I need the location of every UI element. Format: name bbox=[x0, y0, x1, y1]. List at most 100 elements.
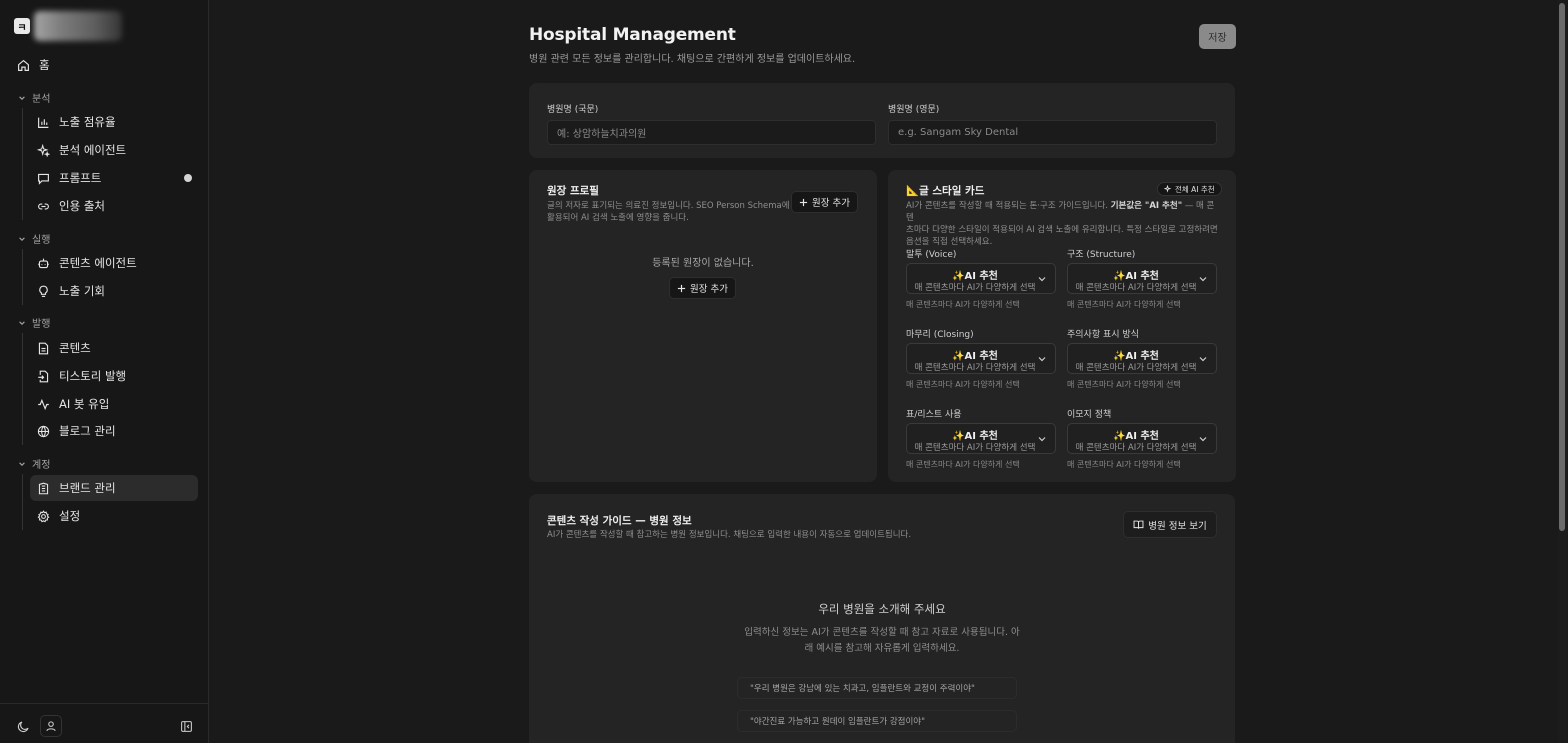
example-prompt-2[interactable]: "야간진료 가능하고 원데이 임플란트가 강점이야" bbox=[737, 710, 1017, 732]
sidebar-item-blog-manage[interactable]: 블로그 관리 bbox=[30, 418, 198, 444]
closing-label: 마무리 (Closing) bbox=[906, 330, 974, 340]
sidebar-item-ai-bot-inflow[interactable]: AI 봇 유입 bbox=[30, 391, 198, 417]
sidebar-group-publish[interactable]: 발행 bbox=[18, 315, 50, 330]
add-director-button[interactable]: 원장 추가 bbox=[791, 191, 858, 213]
table-list-help: 매 콘텐츠마다 AI가 다양하게 선택 bbox=[906, 460, 1020, 469]
sidebar-item-tistory-publish[interactable]: 티스토리 발행 bbox=[30, 363, 198, 389]
closing-select[interactable]: ✨AI 추천 매 콘텐츠마다 AI가 다양하게 선택 bbox=[906, 343, 1056, 374]
sidebar-group-execute[interactable]: 실행 bbox=[18, 231, 50, 246]
chevron-down-icon bbox=[1037, 434, 1047, 444]
intro-desc: 입력하신 정보는 AI가 콘텐츠를 작성할 때 참고 자료로 사용됩니다. 아 … bbox=[729, 625, 1035, 657]
file-text-icon bbox=[36, 341, 50, 355]
sidebar-item-home[interactable]: 홈 bbox=[10, 52, 178, 78]
lightbulb-icon bbox=[36, 284, 50, 298]
structure-select[interactable]: ✨AI 추천 매 콘텐츠마다 AI가 다양하게 선택 bbox=[1067, 263, 1217, 294]
content-guide-card: 콘텐츠 작성 가이드 — 병원 정보 AI가 콘텐츠를 작성할 때 참고하는 병… bbox=[529, 494, 1235, 743]
desc-line: AI가 콘텐츠를 작성할 때 적용되는 톤·구조 가이드입니다. 기본값은 "A… bbox=[906, 200, 1222, 224]
sparkles-icon bbox=[36, 143, 50, 157]
sidebar-group-label: 계정 bbox=[32, 460, 51, 471]
add-director-empty-button[interactable]: 원장 추가 bbox=[669, 277, 736, 299]
select-sub: 매 콘텐츠마다 AI가 다양하게 선택 bbox=[1075, 363, 1197, 373]
hospital-name-ko-input[interactable]: 예: 상암하늘치과의원 bbox=[547, 120, 876, 145]
globe-icon bbox=[36, 424, 50, 438]
brand[interactable]: ㅋ bbox=[14, 11, 122, 41]
sidebar-item-label: 콘텐츠 bbox=[59, 341, 91, 355]
sparkles-icon bbox=[1164, 185, 1172, 193]
brand-logo: ㅋ bbox=[14, 18, 30, 34]
book-open-icon bbox=[1133, 519, 1144, 530]
chevron-down-icon bbox=[1037, 354, 1047, 364]
sidebar-footer bbox=[0, 703, 208, 743]
caution-select[interactable]: ✨AI 추천 매 콘텐츠마다 AI가 다양하게 선택 bbox=[1067, 343, 1217, 374]
input-placeholder: e.g. Sangam Sky Dental bbox=[898, 127, 1019, 138]
select-value: ✨AI 추천 bbox=[1113, 271, 1159, 282]
sidebar-item-contents[interactable]: 콘텐츠 bbox=[30, 335, 198, 361]
example-prompt-1[interactable]: "우리 병원은 강남에 있는 치과고, 임플란트와 교정이 주력이야" bbox=[737, 677, 1017, 699]
director-profile-desc: 글의 저자로 표기되는 의료진 정보입니다. SEO Person Schema… bbox=[547, 200, 790, 224]
desc-line: 글의 저자로 표기되는 의료진 정보입니다. SEO Person Schema… bbox=[547, 201, 790, 211]
hospital-name-en-input[interactable]: e.g. Sangam Sky Dental bbox=[888, 120, 1217, 145]
collapse-sidebar-button[interactable] bbox=[175, 715, 197, 737]
intro-line: 입력하신 정보는 AI가 콘텐츠를 작성할 때 참고 자료로 사용됩니다. 아 bbox=[744, 627, 1020, 638]
select-sub: 매 콘텐츠마다 AI가 다양하게 선택 bbox=[1075, 443, 1197, 453]
sidebar-item-label: 홈 bbox=[39, 58, 50, 72]
select-sub: 매 콘텐츠마다 AI가 다양하게 선택 bbox=[914, 443, 1036, 453]
sidebar-item-content-agent[interactable]: 콘텐츠 에이전트 bbox=[30, 250, 198, 276]
director-profile-card: 원장 프로필 글의 저자로 표기되는 의료진 정보입니다. SEO Person… bbox=[529, 170, 877, 482]
table-list-select[interactable]: ✨AI 추천 매 콘텐츠마다 AI가 다양하게 선택 bbox=[906, 423, 1056, 454]
director-profile-title: 원장 프로필 bbox=[547, 185, 599, 197]
intro-line: 래 예시를 참고해 자유롭게 입력하세요. bbox=[804, 643, 960, 654]
content-guide-desc: AI가 콘텐츠를 작성할 때 참고하는 병원 정보입니다. 채팅으로 입력한 내… bbox=[547, 530, 912, 540]
bar-chart-icon bbox=[36, 115, 50, 129]
button-label: 전체 AI 추천 bbox=[1175, 184, 1215, 194]
bot-icon bbox=[36, 256, 50, 270]
button-label: 원장 추가 bbox=[690, 284, 728, 295]
style-card: 📐글 스타일 카드 전체 AI 추천 AI가 콘텐츠를 작성할 때 적용되는 톤… bbox=[888, 170, 1236, 482]
sidebar-item-analysis-agent[interactable]: 분석 에이전트 bbox=[30, 137, 198, 163]
table-list-label: 표/리스트 사용 bbox=[906, 410, 962, 420]
building-icon bbox=[36, 481, 50, 495]
user-profile-button[interactable] bbox=[40, 715, 62, 737]
sidebar-item-brand-manage[interactable]: 브랜드 관리 bbox=[30, 475, 198, 501]
chevron-down-icon bbox=[1198, 354, 1208, 364]
plus-icon bbox=[677, 284, 686, 293]
style-card-title: 📐글 스타일 카드 bbox=[906, 183, 984, 198]
select-sub: 매 콘텐츠마다 AI가 다양하게 선택 bbox=[1075, 283, 1197, 293]
theme-toggle-button[interactable] bbox=[12, 715, 34, 737]
sidebar-item-exposure-share[interactable]: 노출 점유율 bbox=[30, 109, 198, 135]
activity-icon bbox=[36, 397, 50, 411]
group-divider bbox=[22, 249, 23, 305]
sidebar-group-label: 발행 bbox=[32, 319, 51, 330]
status-dot bbox=[184, 174, 192, 182]
sidebar-item-label: 콘텐츠 에이전트 bbox=[59, 256, 137, 270]
chevron-down-icon bbox=[1198, 274, 1208, 284]
scrollbar-thumb[interactable] bbox=[1559, 3, 1565, 531]
select-value: ✨AI 추천 bbox=[952, 271, 998, 282]
intro-title: 우리 병원을 소개해 주세요 bbox=[818, 602, 946, 616]
emoji-select[interactable]: ✨AI 추천 매 콘텐츠마다 AI가 다양하게 선택 bbox=[1067, 423, 1217, 454]
sidebar-item-settings[interactable]: 설정 bbox=[30, 503, 198, 529]
panel-left-icon bbox=[180, 720, 193, 733]
page-subtitle: 병원 관련 모든 정보를 관리합니다. 채팅으로 간편하게 정보를 업데이트하세… bbox=[529, 54, 856, 65]
emoji-label: 이모지 정책 bbox=[1067, 410, 1112, 420]
voice-label: 말투 (Voice) bbox=[906, 250, 957, 260]
sidebar-item-label: 프롬프트 bbox=[59, 171, 102, 185]
title-text: 글 스타일 카드 bbox=[919, 185, 985, 197]
voice-select[interactable]: ✨AI 추천 매 콘텐츠마다 AI가 다양하게 선택 bbox=[906, 263, 1056, 294]
sidebar-group-account[interactable]: 계정 bbox=[18, 456, 50, 471]
sidebar-group-analysis[interactable]: 분석 bbox=[18, 90, 50, 105]
view-hospital-info-button[interactable]: 병원 정보 보기 bbox=[1123, 511, 1217, 538]
sidebar-item-citation-source[interactable]: 인용 출처 bbox=[30, 193, 198, 219]
caution-label: 주의사항 표시 방식 bbox=[1067, 330, 1139, 340]
all-ai-recommend-button[interactable]: 전체 AI 추천 bbox=[1157, 182, 1222, 196]
sidebar-item-label: 인용 출처 bbox=[59, 199, 105, 213]
scrollbar-track[interactable] bbox=[1558, 0, 1567, 743]
select-value: ✨AI 추천 bbox=[1113, 351, 1159, 362]
voice-help: 매 콘텐츠마다 AI가 다양하게 선택 bbox=[906, 300, 1020, 309]
sidebar-item-exposure-opportunity[interactable]: 노출 기회 bbox=[30, 278, 198, 304]
button-label: 원장 추가 bbox=[812, 198, 850, 209]
home-icon bbox=[16, 58, 30, 72]
save-button[interactable]: 저장 bbox=[1199, 24, 1236, 49]
link-icon bbox=[36, 199, 50, 213]
sidebar-item-prompt[interactable]: 프롬프트 bbox=[30, 165, 198, 191]
